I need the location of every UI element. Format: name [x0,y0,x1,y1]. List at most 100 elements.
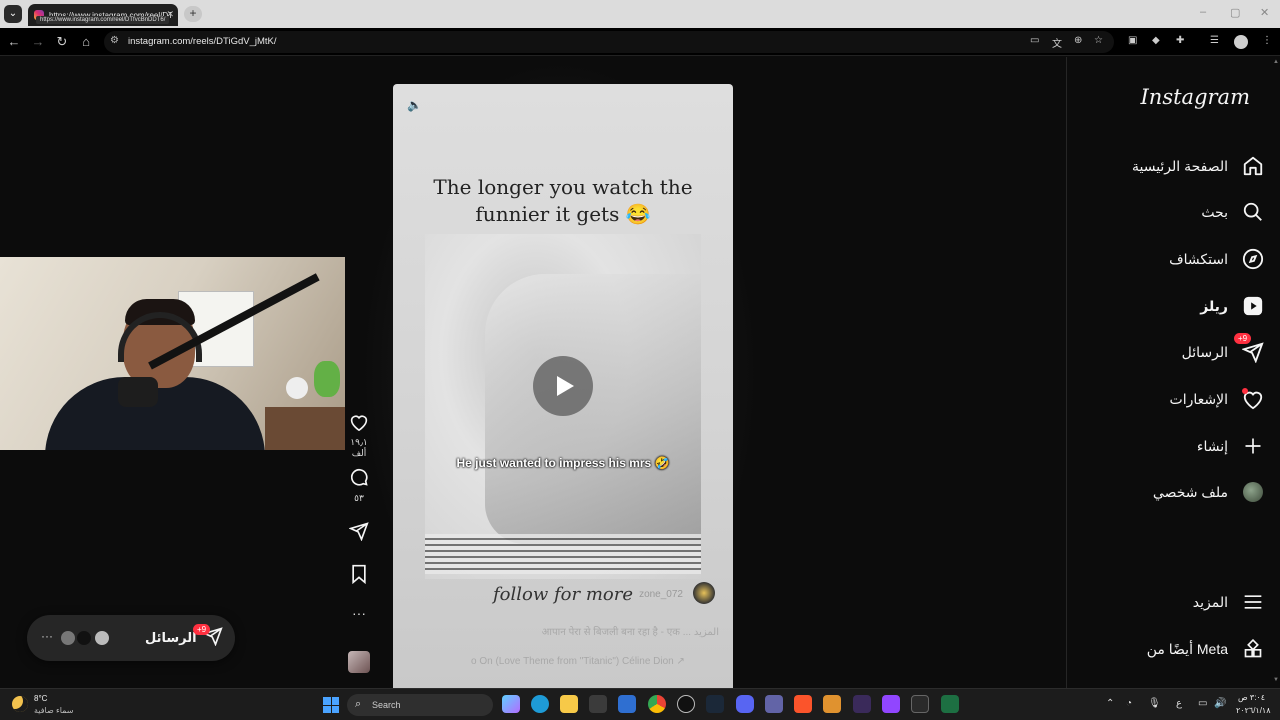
minimize-icon[interactable]: – [1200,6,1206,18]
sidebar-item-reels[interactable]: ريلز [1200,291,1266,321]
menu-icon [1240,589,1266,615]
mail-icon[interactable] [618,695,636,713]
sidebar-item-profile[interactable]: ملف شخصي [1153,477,1266,507]
share-button[interactable] [342,521,376,546]
plus-icon [1240,433,1266,459]
obs-icon[interactable] [911,695,929,713]
save-button[interactable] [342,564,376,589]
windows-taskbar: 8°C سماء صافية ⌕ Search ⌃ ◔ 🎙 ع ▭ 🔊 ٣:٠٤… [0,688,1280,720]
browser-menu-icon[interactable]: ⋮ [1262,35,1272,46]
forward-icon[interactable]: → [29,33,47,51]
copilot-icon[interactable] [502,695,520,713]
audio-thumbnail[interactable] [348,651,370,673]
scroll-up-icon[interactable]: ▲ [1273,59,1279,65]
sidebar-item-search[interactable]: بحث [1201,197,1266,227]
moon-weather-icon[interactable] [12,696,28,712]
site-info-icon[interactable]: ⚙ [110,35,119,46]
excel-icon[interactable] [941,695,959,713]
back-icon[interactable]: ← [5,33,23,51]
search-icon: ⌕ [355,698,362,710]
sidebar-item-also-from-meta[interactable]: أيضًا من Meta [1147,634,1266,664]
video-caption: He just wanted to impress his mrs 🤣 [456,456,670,470]
more-options-icon[interactable]: ··· [342,605,376,621]
sidebar-item-more[interactable]: المزيد [1193,587,1266,617]
sidebar-item-explore[interactable]: استكشاف [1169,244,1266,274]
store-icon[interactable] [589,695,607,713]
sidebar-item-messages[interactable]: الرسائل +9 [1181,333,1266,367]
browser-toolbar: ← → ↻ ⌂ ⚙ instagram.com/reels/DTiGdV_jMt… [0,28,1280,56]
taskbar-time[interactable]: ٣:٠٤ ص [1238,693,1265,702]
extension-2-icon[interactable]: ◆ [1152,35,1160,46]
app-shortcut-icon[interactable] [853,695,871,713]
twitch-icon[interactable] [882,695,900,713]
tray-app-icon[interactable]: ◔ [1126,698,1132,709]
taskbar-search[interactable]: ⌕ Search [347,694,493,716]
mute-icon[interactable]: 🔈 [407,98,422,112]
volume-icon[interactable]: 🔊 [1214,698,1226,709]
file-explorer-icon[interactable] [560,695,578,713]
windows-start-icon[interactable] [323,697,339,713]
instagram-logo[interactable]: Instagram [1141,85,1250,109]
tab-list-icon[interactable]: ☰ [1210,35,1219,46]
sidebar-item-label: ملف شخصي [1152,483,1228,500]
app-a-icon[interactable] [823,695,841,713]
page-scrollbar[interactable]: ▲ ▼ [1272,57,1280,688]
weather-temp[interactable]: 8°C [34,694,47,703]
display-icon[interactable]: ▭ [1198,698,1207,709]
brave-icon[interactable] [794,695,812,713]
microphone-icon[interactable]: 🎙 [1148,698,1161,709]
language-indicator[interactable]: ع [1176,698,1182,709]
teams-icon[interactable] [765,695,783,713]
translate-icon[interactable]: 文 [1052,35,1062,50]
reel-description[interactable]: आपान पेरा से बिजली बना रहा है - एक ... ا… [542,624,719,638]
sidebar-item-label: إنشاء [1196,437,1228,454]
edge-icon[interactable] [531,695,549,713]
sidebar-item-label: الرسائل [1181,343,1228,360]
browser-profile-avatar[interactable] [1234,35,1248,49]
chrome-icon[interactable] [648,695,666,713]
sidebar-item-label: بحث [1201,203,1228,220]
instagram-page: 🔈 The longer you watch the funnier it ge… [0,57,1280,688]
music-info[interactable]: o On (Love Theme from "Titanic") Céline … [471,656,685,667]
car-image [485,274,701,544]
scroll-down-icon[interactable]: ▼ [1273,677,1279,683]
new-tab-button[interactable]: + [184,6,202,22]
author-avatar[interactable] [693,582,715,604]
comment-count: ٥٣ [354,493,364,503]
heart-outline-icon [350,415,368,432]
github-icon[interactable] [677,695,695,713]
weather-desc[interactable]: سماء صافية [34,706,74,715]
taskbar-search-text: Search [372,700,401,710]
close-window-icon[interactable]: ✕ [1260,6,1269,19]
plush-toy-image [314,361,340,397]
extension-1-icon[interactable]: ▣ [1128,35,1137,46]
reel-headline-line2: funnier it gets 😂 [475,202,651,226]
home-browser-icon[interactable]: ⌂ [77,33,95,51]
extensions-puzzle-icon[interactable]: ✚ [1176,35,1184,46]
sidebar-item-notifications[interactable]: الإشعارات [1170,384,1266,414]
cast-icon[interactable]: ▭ [1030,35,1039,46]
conversation-avatar-3 [93,629,111,647]
maximize-icon[interactable]: ▢ [1230,6,1240,19]
sidebar-item-home[interactable]: الصفحة الرئيسية [1132,151,1266,181]
steam-icon[interactable] [706,695,724,713]
sidebar-item-label: استكشاف [1169,250,1228,267]
tab-search-button[interactable]: ⌄ [4,5,22,23]
messages-badge: +9 [1234,333,1252,344]
play-icon [556,376,574,396]
reload-icon[interactable]: ↻ [53,33,71,51]
address-bar[interactable]: ⚙ instagram.com/reels/DTiGdV_jMtK/ ▭ 文 ⊕… [104,31,1114,53]
tray-overflow-icon[interactable]: ⌃ [1106,698,1114,709]
bookmark-star-icon[interactable]: ☆ [1094,35,1103,46]
reel-player[interactable]: 🔈 The longer you watch the funnier it ge… [393,84,733,688]
comment-icon [350,468,368,486]
messages-floating-button[interactable]: ··· الرسائل +9 [27,615,235,661]
play-button[interactable] [533,356,593,416]
taskbar-date[interactable]: ٢٠٢٦/١/١٨ [1236,706,1271,715]
sidebar-item-create[interactable]: إنشاء [1197,431,1266,461]
comment-button[interactable]: ٥٣ [342,467,376,504]
author-username[interactable]: zone_072 [639,589,683,600]
discord-icon[interactable] [736,695,754,713]
zoom-icon[interactable]: ⊕ [1074,35,1082,46]
like-button[interactable]: ١٩٫١ ألف [342,413,376,459]
